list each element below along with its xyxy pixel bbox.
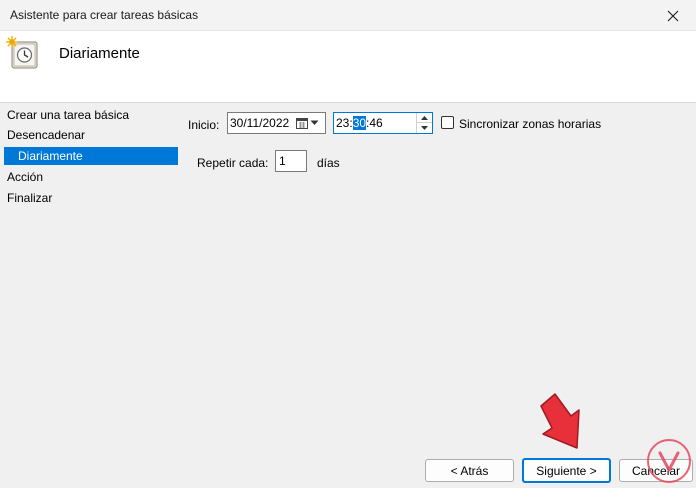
task-scheduler-icon	[6, 36, 38, 69]
page-title: Diariamente	[59, 45, 140, 62]
step-create-basic-task[interactable]: Crear una tarea básica	[7, 106, 129, 124]
repeat-label: Repetir cada:	[197, 156, 269, 170]
wizard-steps: Crear una tarea básica Desencadenar Diar…	[0, 104, 178, 488]
time-hour: 23:	[336, 116, 353, 130]
repeat-days-input[interactable]: 1	[275, 150, 307, 172]
calendar-icon	[296, 118, 308, 129]
wizard-header: Diariamente	[0, 31, 696, 103]
close-button[interactable]	[650, 0, 696, 31]
spin-down-icon	[421, 126, 428, 130]
back-button[interactable]: < Atrás	[425, 459, 514, 482]
time-up-button[interactable]	[417, 113, 432, 123]
start-date-value: 30/11/2022	[230, 116, 290, 130]
sync-timezones-checkbox[interactable]	[441, 116, 454, 129]
step-finish[interactable]: Finalizar	[7, 189, 52, 207]
start-label: Inicio:	[188, 118, 220, 132]
watermark-logo-icon	[647, 439, 691, 483]
step-action[interactable]: Acción	[7, 168, 43, 186]
start-time-picker[interactable]: 23:30:46	[333, 112, 433, 134]
title-bar: Asistente para crear tareas básicas	[0, 0, 696, 31]
repeat-days-value: 1	[279, 154, 286, 168]
time-minute-selected: 30	[352, 116, 367, 130]
pointer-arrow-icon	[540, 393, 580, 449]
window-title: Asistente para crear tareas básicas	[10, 8, 199, 22]
start-time-value: 23:30:46	[336, 116, 383, 130]
calendar-dropdown[interactable]	[296, 116, 322, 130]
spin-up-icon	[421, 115, 428, 120]
sync-timezones-label[interactable]: Sincronizar zonas horarias	[459, 117, 601, 131]
next-button[interactable]: Siguiente >	[522, 458, 611, 483]
wizard-content: Inicio: 30/11/2022 23:30:46 Sincronizar …	[178, 104, 696, 488]
repeat-unit-label: días	[317, 156, 340, 170]
time-second: :46	[366, 116, 383, 130]
time-down-button[interactable]	[417, 123, 432, 133]
chevron-down-icon	[310, 120, 319, 125]
step-trigger[interactable]: Desencadenar	[7, 126, 85, 144]
step-daily[interactable]: Diariamente	[4, 147, 178, 165]
close-icon	[667, 10, 679, 21]
start-date-picker[interactable]: 30/11/2022	[227, 112, 326, 134]
time-spinner	[416, 113, 432, 133]
